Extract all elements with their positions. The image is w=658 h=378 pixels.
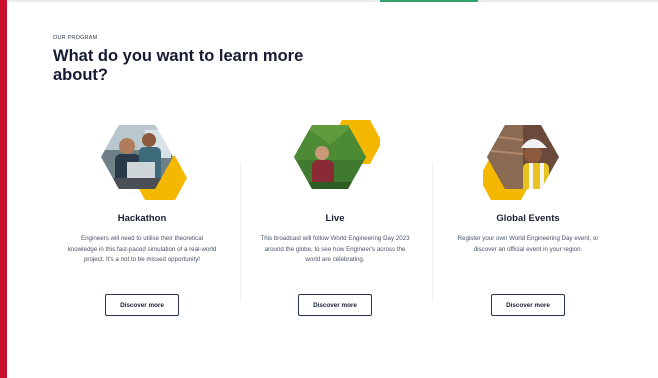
card-description: Engineers will need to utilise their the…	[67, 235, 217, 263]
discover-more-button[interactable]: Discover more	[298, 294, 372, 316]
global-events-image	[483, 120, 573, 200]
left-accent-bar	[0, 0, 7, 378]
card-divider	[240, 162, 241, 302]
card-title: Global Events	[496, 213, 560, 224]
card-title: Live	[325, 213, 345, 224]
discover-more-button[interactable]: Discover more	[491, 294, 565, 316]
live-image	[290, 120, 380, 200]
card-description: This broadcast will follow World Enginee…	[260, 235, 410, 263]
section-eyebrow: OUR PROGRAM	[53, 35, 98, 41]
card-hackathon: Hackathon Engineers will need to utilise…	[52, 120, 232, 316]
card-live: Live This broadcast will follow World En…	[245, 120, 425, 316]
hackathon-image	[97, 120, 187, 200]
card-title: Hackathon	[117, 213, 167, 224]
card-divider	[432, 162, 433, 302]
card-global-events: Global Events Register your own World En…	[438, 120, 618, 316]
section-title: What do you want to learn more about?	[53, 47, 304, 84]
card-description: Register your own World Engineering Day …	[457, 235, 599, 253]
discover-more-button[interactable]: Discover more	[105, 294, 179, 316]
program-section: OUR PROGRAM What do you want to learn mo…	[7, 2, 658, 378]
